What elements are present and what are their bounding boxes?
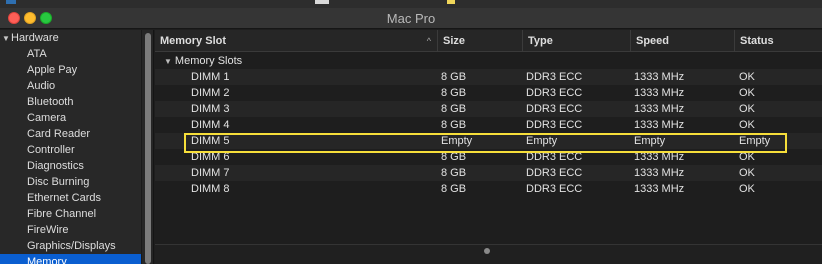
cell-slot: DIMM 7 (191, 167, 230, 179)
cell-size: 8 GB (441, 167, 467, 179)
column-header-size[interactable]: Size (437, 30, 522, 52)
toolbar-icon[interactable] (6, 0, 16, 4)
sidebar-item-controller[interactable]: Controller (0, 142, 141, 158)
cell-status: OK (739, 151, 755, 163)
column-header-type[interactable]: Type (522, 30, 630, 52)
cell-status: OK (739, 183, 755, 195)
cell-size: 8 GB (441, 151, 467, 163)
cell-type: DDR3 ECC (526, 151, 583, 163)
group-label: Memory Slots (174, 55, 243, 67)
table-row[interactable]: DIMM 3 8 GB DDR3 ECC 1333 MHz OK (155, 101, 822, 117)
sidebar: ▼Hardware ATA Apple Pay Audio Bluetooth … (0, 30, 141, 264)
cell-size: 8 GB (441, 119, 467, 131)
cell-speed: 1333 MHz (634, 183, 685, 195)
sidebar-scrollbar[interactable] (141, 30, 154, 264)
sidebar-item-diagnostics[interactable]: Diagnostics (0, 158, 141, 174)
disclosure-triangle-icon[interactable]: ▼ (164, 57, 172, 66)
cell-slot: DIMM 2 (191, 87, 230, 99)
cell-speed: 1333 MHz (634, 151, 685, 163)
table-row[interactable]: DIMM 4 8 GB DDR3 ECC 1333 MHz OK (155, 117, 822, 133)
pane-splitter[interactable] (155, 244, 822, 264)
cell-slot: DIMM 1 (191, 71, 230, 83)
sidebar-item-memory[interactable]: Memory (0, 254, 141, 264)
cell-slot: DIMM 3 (191, 103, 230, 115)
table-row[interactable]: DIMM 8 8 GB DDR3 ECC 1333 MHz OK (155, 181, 822, 197)
cell-slot: DIMM 8 (191, 183, 230, 195)
sidebar-item-ata[interactable]: ATA (0, 46, 141, 62)
sidebar-group-hardware[interactable]: ▼Hardware (0, 30, 141, 46)
table-row[interactable]: DIMM 1 8 GB DDR3 ECC 1333 MHz OK (155, 69, 822, 85)
table-row[interactable]: DIMM 7 8 GB DDR3 ECC 1333 MHz OK (155, 165, 822, 181)
cell-size: 8 GB (441, 103, 467, 115)
cell-size: 8 GB (441, 183, 467, 195)
cell-type: DDR3 ECC (526, 119, 583, 131)
column-header-memory-slot[interactable]: Memory Slot ^ (155, 30, 437, 52)
column-header-speed[interactable]: Speed (630, 30, 734, 52)
cell-status: OK (739, 71, 755, 83)
cell-status: OK (739, 167, 755, 179)
title-bar: Mac Pro (0, 8, 822, 29)
toolbar-strip (0, 0, 822, 8)
cell-speed: 1333 MHz (634, 167, 685, 179)
cell-type: Empty (526, 135, 558, 147)
sidebar-item-disc-burning[interactable]: Disc Burning (0, 174, 141, 190)
cell-status: Empty (739, 135, 771, 147)
column-header-label: Memory Slot (160, 35, 227, 47)
cell-type: DDR3 ECC (526, 167, 583, 179)
sidebar-item-fibre-channel[interactable]: Fibre Channel (0, 206, 141, 222)
sidebar-group-label: Hardware (11, 32, 59, 44)
sidebar-item-ethernet-cards[interactable]: Ethernet Cards (0, 190, 141, 206)
sidebar-scrollbar-thumb[interactable] (145, 33, 151, 264)
table-group-row[interactable]: ▼ Memory Slots (155, 53, 822, 69)
cell-slot: DIMM 6 (191, 151, 230, 163)
table-row-highlighted[interactable]: DIMM 5 Empty Empty Empty Empty (155, 133, 822, 149)
disclosure-triangle-icon[interactable]: ▼ (2, 31, 11, 47)
column-header-status[interactable]: Status (734, 30, 822, 52)
sidebar-item-bluetooth[interactable]: Bluetooth (0, 94, 141, 110)
cell-status: OK (739, 119, 755, 131)
sidebar-item-audio[interactable]: Audio (0, 78, 141, 94)
cell-size: 8 GB (441, 87, 467, 99)
cell-status: OK (739, 87, 755, 99)
cell-type: DDR3 ECC (526, 103, 583, 115)
table-header: Memory Slot ^ Size Type Speed Status (155, 30, 822, 52)
sidebar-item-camera[interactable]: Camera (0, 110, 141, 126)
cell-speed: 1333 MHz (634, 71, 685, 83)
cell-slot: DIMM 5 (191, 135, 230, 147)
cell-size: Empty (441, 135, 473, 147)
cell-type: DDR3 ECC (526, 183, 583, 195)
sidebar-item-graphics-displays[interactable]: Graphics/Displays (0, 238, 141, 254)
cell-slot: DIMM 4 (191, 119, 230, 131)
sidebar-item-apple-pay[interactable]: Apple Pay (0, 62, 141, 78)
cell-speed: 1333 MHz (634, 103, 685, 115)
cell-type: DDR3 ECC (526, 71, 583, 83)
splitter-handle-icon[interactable] (484, 248, 490, 254)
memory-table: Memory Slot ^ Size Type Speed Status ▼ Me… (155, 30, 822, 264)
sidebar-item-card-reader[interactable]: Card Reader (0, 126, 141, 142)
cell-status: OK (739, 103, 755, 115)
window-title: Mac Pro (386, 11, 436, 26)
cell-speed: 1333 MHz (634, 87, 685, 99)
cell-size: 8 GB (441, 71, 467, 83)
toolbar-icon[interactable] (315, 0, 329, 4)
sort-ascending-icon[interactable]: ^ (427, 30, 431, 52)
toolbar-icon[interactable] (447, 0, 455, 4)
sidebar-item-firewire[interactable]: FireWire (0, 222, 141, 238)
cell-type: DDR3 ECC (526, 87, 583, 99)
cell-speed: 1333 MHz (634, 119, 685, 131)
table-row[interactable]: DIMM 2 8 GB DDR3 ECC 1333 MHz OK (155, 85, 822, 101)
table-body: ▼ Memory Slots DIMM 1 8 GB DDR3 ECC 1333 … (155, 53, 822, 197)
cell-speed: Empty (634, 135, 666, 147)
table-row[interactable]: DIMM 6 8 GB DDR3 ECC 1333 MHz OK (155, 149, 822, 165)
